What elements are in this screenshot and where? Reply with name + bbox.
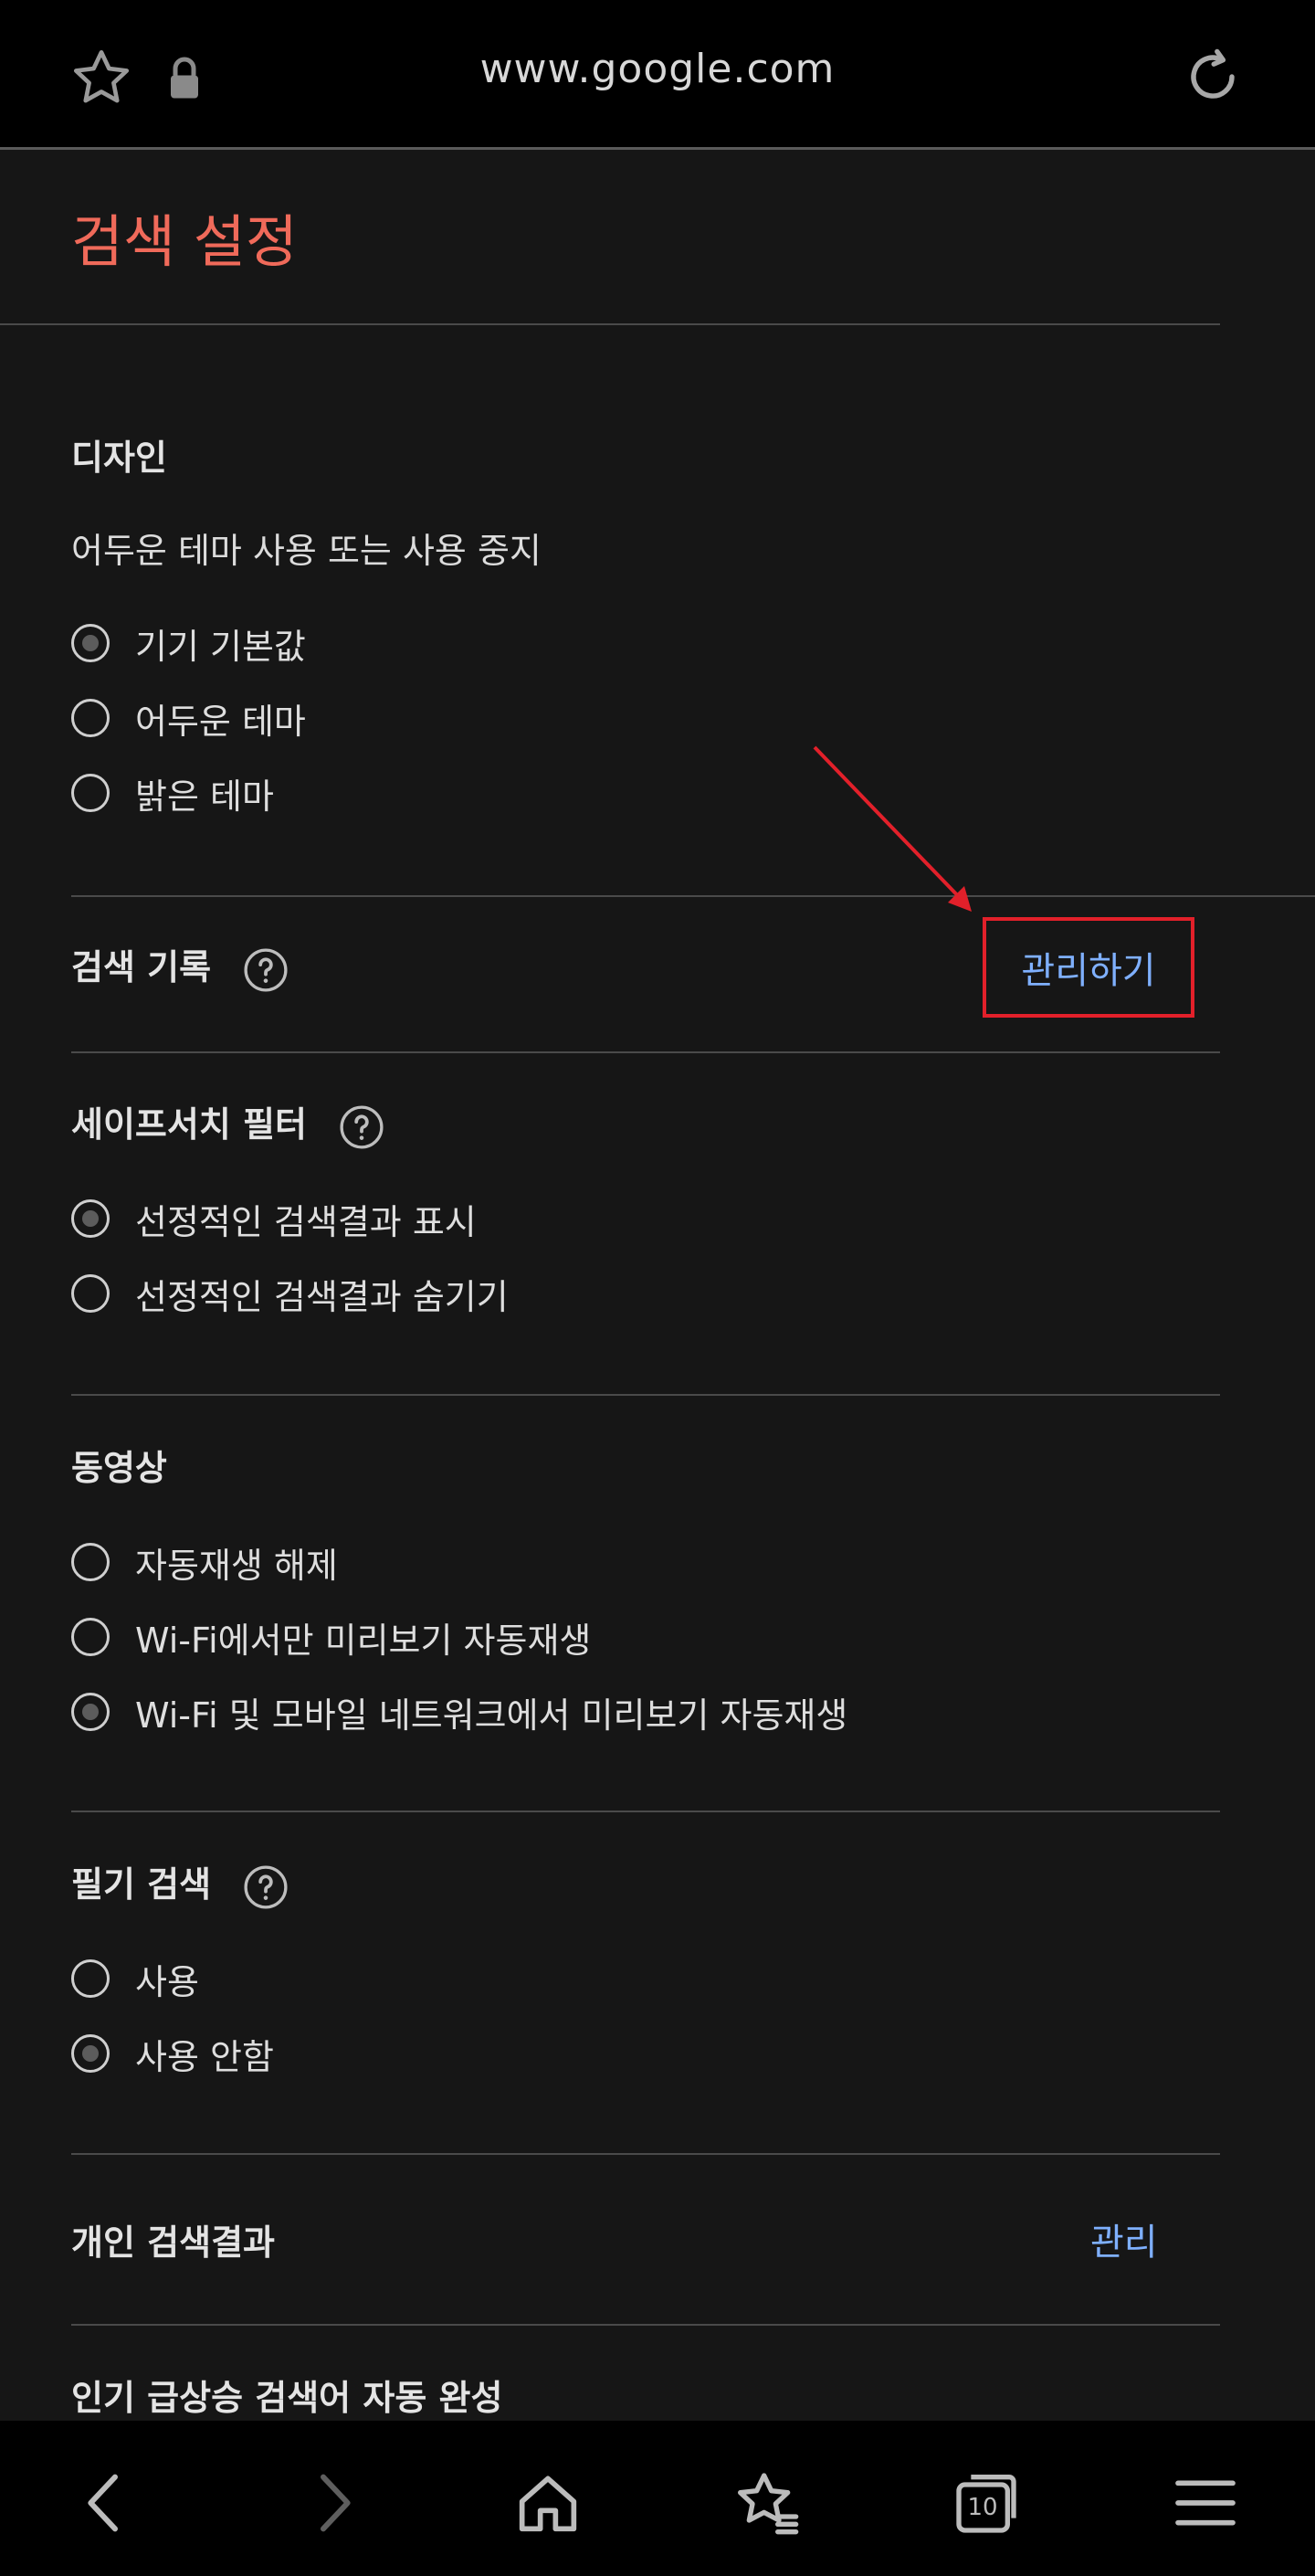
- radio-safesearch-hide[interactable]: 선정적인 검색결과 숨기기: [71, 1270, 509, 1317]
- radio-button[interactable]: [71, 1274, 110, 1313]
- trending-autocomplete-heading: 인기 급상승 검색어 자동 완성: [71, 2378, 503, 2418]
- help-icon[interactable]: [339, 1104, 384, 1150]
- radio-label: 사용: [135, 1961, 199, 2002]
- video-heading: 동영상: [71, 1448, 167, 1488]
- radio-button[interactable]: [71, 1543, 110, 1581]
- section-divider: [71, 1811, 1220, 1812]
- address-bar-url[interactable]: www.google.com: [0, 46, 1315, 92]
- radio-video-off[interactable]: 자동재생 해제: [71, 1538, 338, 1586]
- design-heading: 디자인: [71, 438, 167, 478]
- reload-icon[interactable]: [1180, 44, 1246, 110]
- radio-label: 자동재생 해제: [135, 1545, 338, 1586]
- bottom-navigation-bar: 10: [0, 2421, 1315, 2576]
- personal-results-manage-link[interactable]: 관리: [1090, 2212, 1158, 2265]
- radio-button[interactable]: [71, 1199, 110, 1238]
- radio-button[interactable]: [71, 624, 110, 662]
- radio-video-wifi-mobile[interactable]: Wi-Fi 및 모바일 네트워크에서 미리보기 자동재생: [71, 1688, 847, 1736]
- radio-safesearch-show[interactable]: 선정적인 검색결과 표시: [71, 1195, 477, 1242]
- browser-toolbar: www.google.com: [0, 0, 1315, 150]
- radio-handwriting-off[interactable]: 사용 안함: [71, 2030, 274, 2077]
- section-divider: [71, 1051, 1220, 1053]
- radio-button[interactable]: [71, 2034, 110, 2073]
- highlight-box: 관리하기: [983, 917, 1194, 1018]
- search-history-manage-link[interactable]: 관리하기: [1021, 941, 1155, 994]
- section-divider: [71, 2324, 1220, 2326]
- safesearch-label: 세이프서치 필터: [71, 1104, 307, 1145]
- radio-label: 어두운 테마: [135, 701, 306, 742]
- design-description: 어두운 테마 사용 또는 사용 중지: [71, 531, 542, 571]
- personal-results-heading: 개인 검색결과: [71, 2222, 275, 2263]
- section-divider: [71, 2153, 1220, 2155]
- radio-design-dark[interactable]: 어두운 테마: [71, 694, 306, 742]
- tab-count: 10: [967, 2494, 998, 2521]
- handwriting-heading: 필기 검색: [71, 1856, 289, 1910]
- search-history-heading: 검색 기록: [71, 939, 289, 993]
- radio-button[interactable]: [71, 1618, 110, 1656]
- help-icon[interactable]: [243, 1864, 289, 1910]
- handwriting-label: 필기 검색: [71, 1864, 212, 1905]
- radio-label: 사용 안함: [135, 2036, 274, 2077]
- radio-video-wifi-only[interactable]: Wi-Fi에서만 미리보기 자동재생: [71, 1613, 591, 1661]
- section-divider: [71, 895, 1315, 897]
- back-icon[interactable]: [69, 2466, 142, 2539]
- radio-button[interactable]: [71, 699, 110, 737]
- radio-design-device-default[interactable]: 기기 기본값: [71, 619, 306, 667]
- safesearch-heading: 세이프서치 필터: [71, 1096, 384, 1150]
- radio-design-light[interactable]: 밝은 테마: [71, 769, 274, 817]
- search-history-label: 검색 기록: [71, 947, 212, 987]
- forward-icon[interactable]: [296, 2466, 369, 2539]
- radio-label: Wi-Fi에서만 미리보기 자동재생: [135, 1620, 592, 1661]
- bookmarks-icon[interactable]: [731, 2466, 804, 2539]
- radio-button[interactable]: [71, 1693, 110, 1731]
- tabs-icon[interactable]: 10: [950, 2466, 1023, 2539]
- radio-label: 선정적인 검색결과 숨기기: [135, 1276, 509, 1317]
- title-divider: [0, 323, 1220, 325]
- radio-label: 기기 기본값: [135, 626, 306, 667]
- help-icon[interactable]: [243, 947, 289, 993]
- radio-handwriting-on[interactable]: 사용: [71, 1955, 199, 2002]
- home-icon[interactable]: [511, 2466, 584, 2539]
- section-divider: [71, 1394, 1220, 1396]
- radio-button[interactable]: [71, 1959, 110, 1998]
- radio-label: 밝은 테마: [135, 776, 274, 817]
- radio-label: Wi-Fi 및 모바일 네트워크에서 미리보기 자동재생: [135, 1694, 848, 1736]
- annotation-arrow: [813, 745, 972, 912]
- menu-icon[interactable]: [1169, 2466, 1242, 2539]
- radio-label: 선정적인 검색결과 표시: [135, 1201, 477, 1242]
- page-title: 검색 설정: [71, 208, 298, 275]
- radio-button[interactable]: [71, 774, 110, 812]
